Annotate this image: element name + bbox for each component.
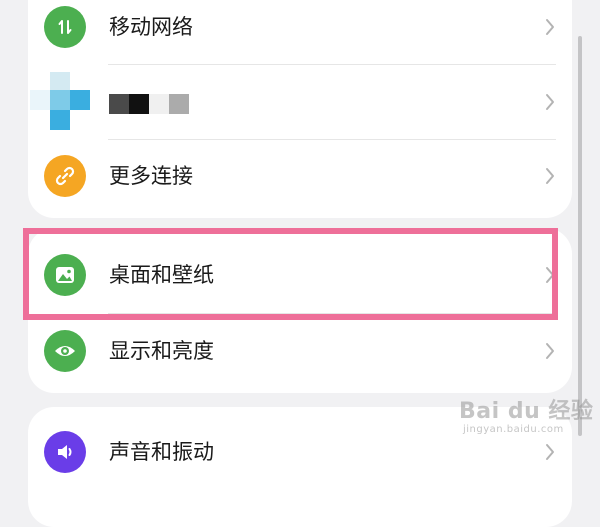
wallpaper-icon xyxy=(44,254,86,296)
sound-icon xyxy=(44,431,86,473)
settings-card-connections: 移动网络 更多连接 xyxy=(28,0,572,218)
settings-card-display: 桌面和壁纸 显示和亮度 xyxy=(28,228,572,393)
link-icon xyxy=(44,155,86,197)
more-connections-label: 更多连接 xyxy=(109,164,193,188)
chevron-right-icon xyxy=(546,267,554,283)
home-wallpaper-item[interactable]: 桌面和壁纸 xyxy=(28,238,572,313)
chevron-right-icon xyxy=(546,444,554,460)
watermark-main-text: Bai du 经验 xyxy=(459,399,594,424)
chevron-right-icon xyxy=(546,19,554,35)
baidu-watermark: Bai du 经验 jingyan.baidu.com xyxy=(455,383,593,443)
mobile-network-icon xyxy=(44,6,86,48)
home-wallpaper-label: 桌面和壁纸 xyxy=(109,263,214,287)
display-brightness-item[interactable]: 显示和亮度 xyxy=(28,314,572,389)
chevron-right-icon xyxy=(546,94,554,110)
more-connections-item[interactable]: 更多连接 xyxy=(28,139,572,214)
scrollbar[interactable] xyxy=(578,36,582,436)
chevron-right-icon xyxy=(546,343,554,359)
mobile-network-label: 移动网络 xyxy=(109,15,193,39)
display-brightness-label: 显示和亮度 xyxy=(109,339,214,363)
watermark-sub-text: jingyan.baidu.com xyxy=(463,424,564,435)
eye-icon xyxy=(44,330,86,372)
pixelated-item[interactable] xyxy=(28,65,572,140)
mobile-network-item[interactable]: 移动网络 xyxy=(28,0,572,65)
chevron-right-icon xyxy=(546,168,554,184)
sound-vibration-label: 声音和振动 xyxy=(109,440,214,464)
